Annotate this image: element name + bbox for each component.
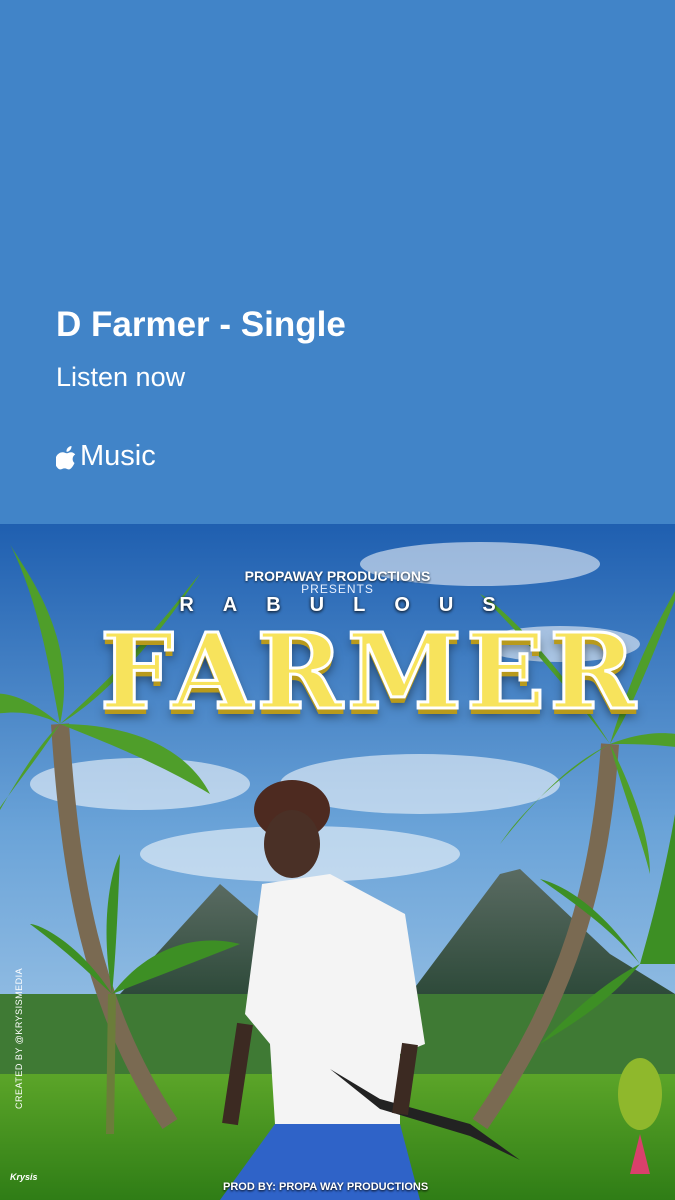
- release-title: D Farmer - Single: [56, 305, 346, 344]
- designer-credit: CREATED BY @KRYSISMEDIA: [14, 967, 24, 1109]
- producer-credit: PROD BY: PROPA WAY PRODUCTIONS: [223, 1181, 429, 1193]
- apple-logo-icon: [56, 445, 76, 469]
- service-badge: Music: [56, 440, 156, 473]
- listen-now-label[interactable]: Listen now: [56, 362, 185, 393]
- share-card[interactable]: D Farmer - Single Listen now Music: [0, 0, 675, 524]
- arm-right: [392, 1042, 418, 1116]
- face: [264, 810, 320, 878]
- track-title-art: FARMER: [99, 610, 640, 733]
- designer-logo: Krysis: [10, 1172, 38, 1182]
- album-artwork[interactable]: PROPAWAY PRODUCTIONS PRESENTS RABULOUS F…: [0, 524, 675, 1200]
- service-name: Music: [80, 440, 156, 472]
- banana-bunch: [618, 1058, 662, 1130]
